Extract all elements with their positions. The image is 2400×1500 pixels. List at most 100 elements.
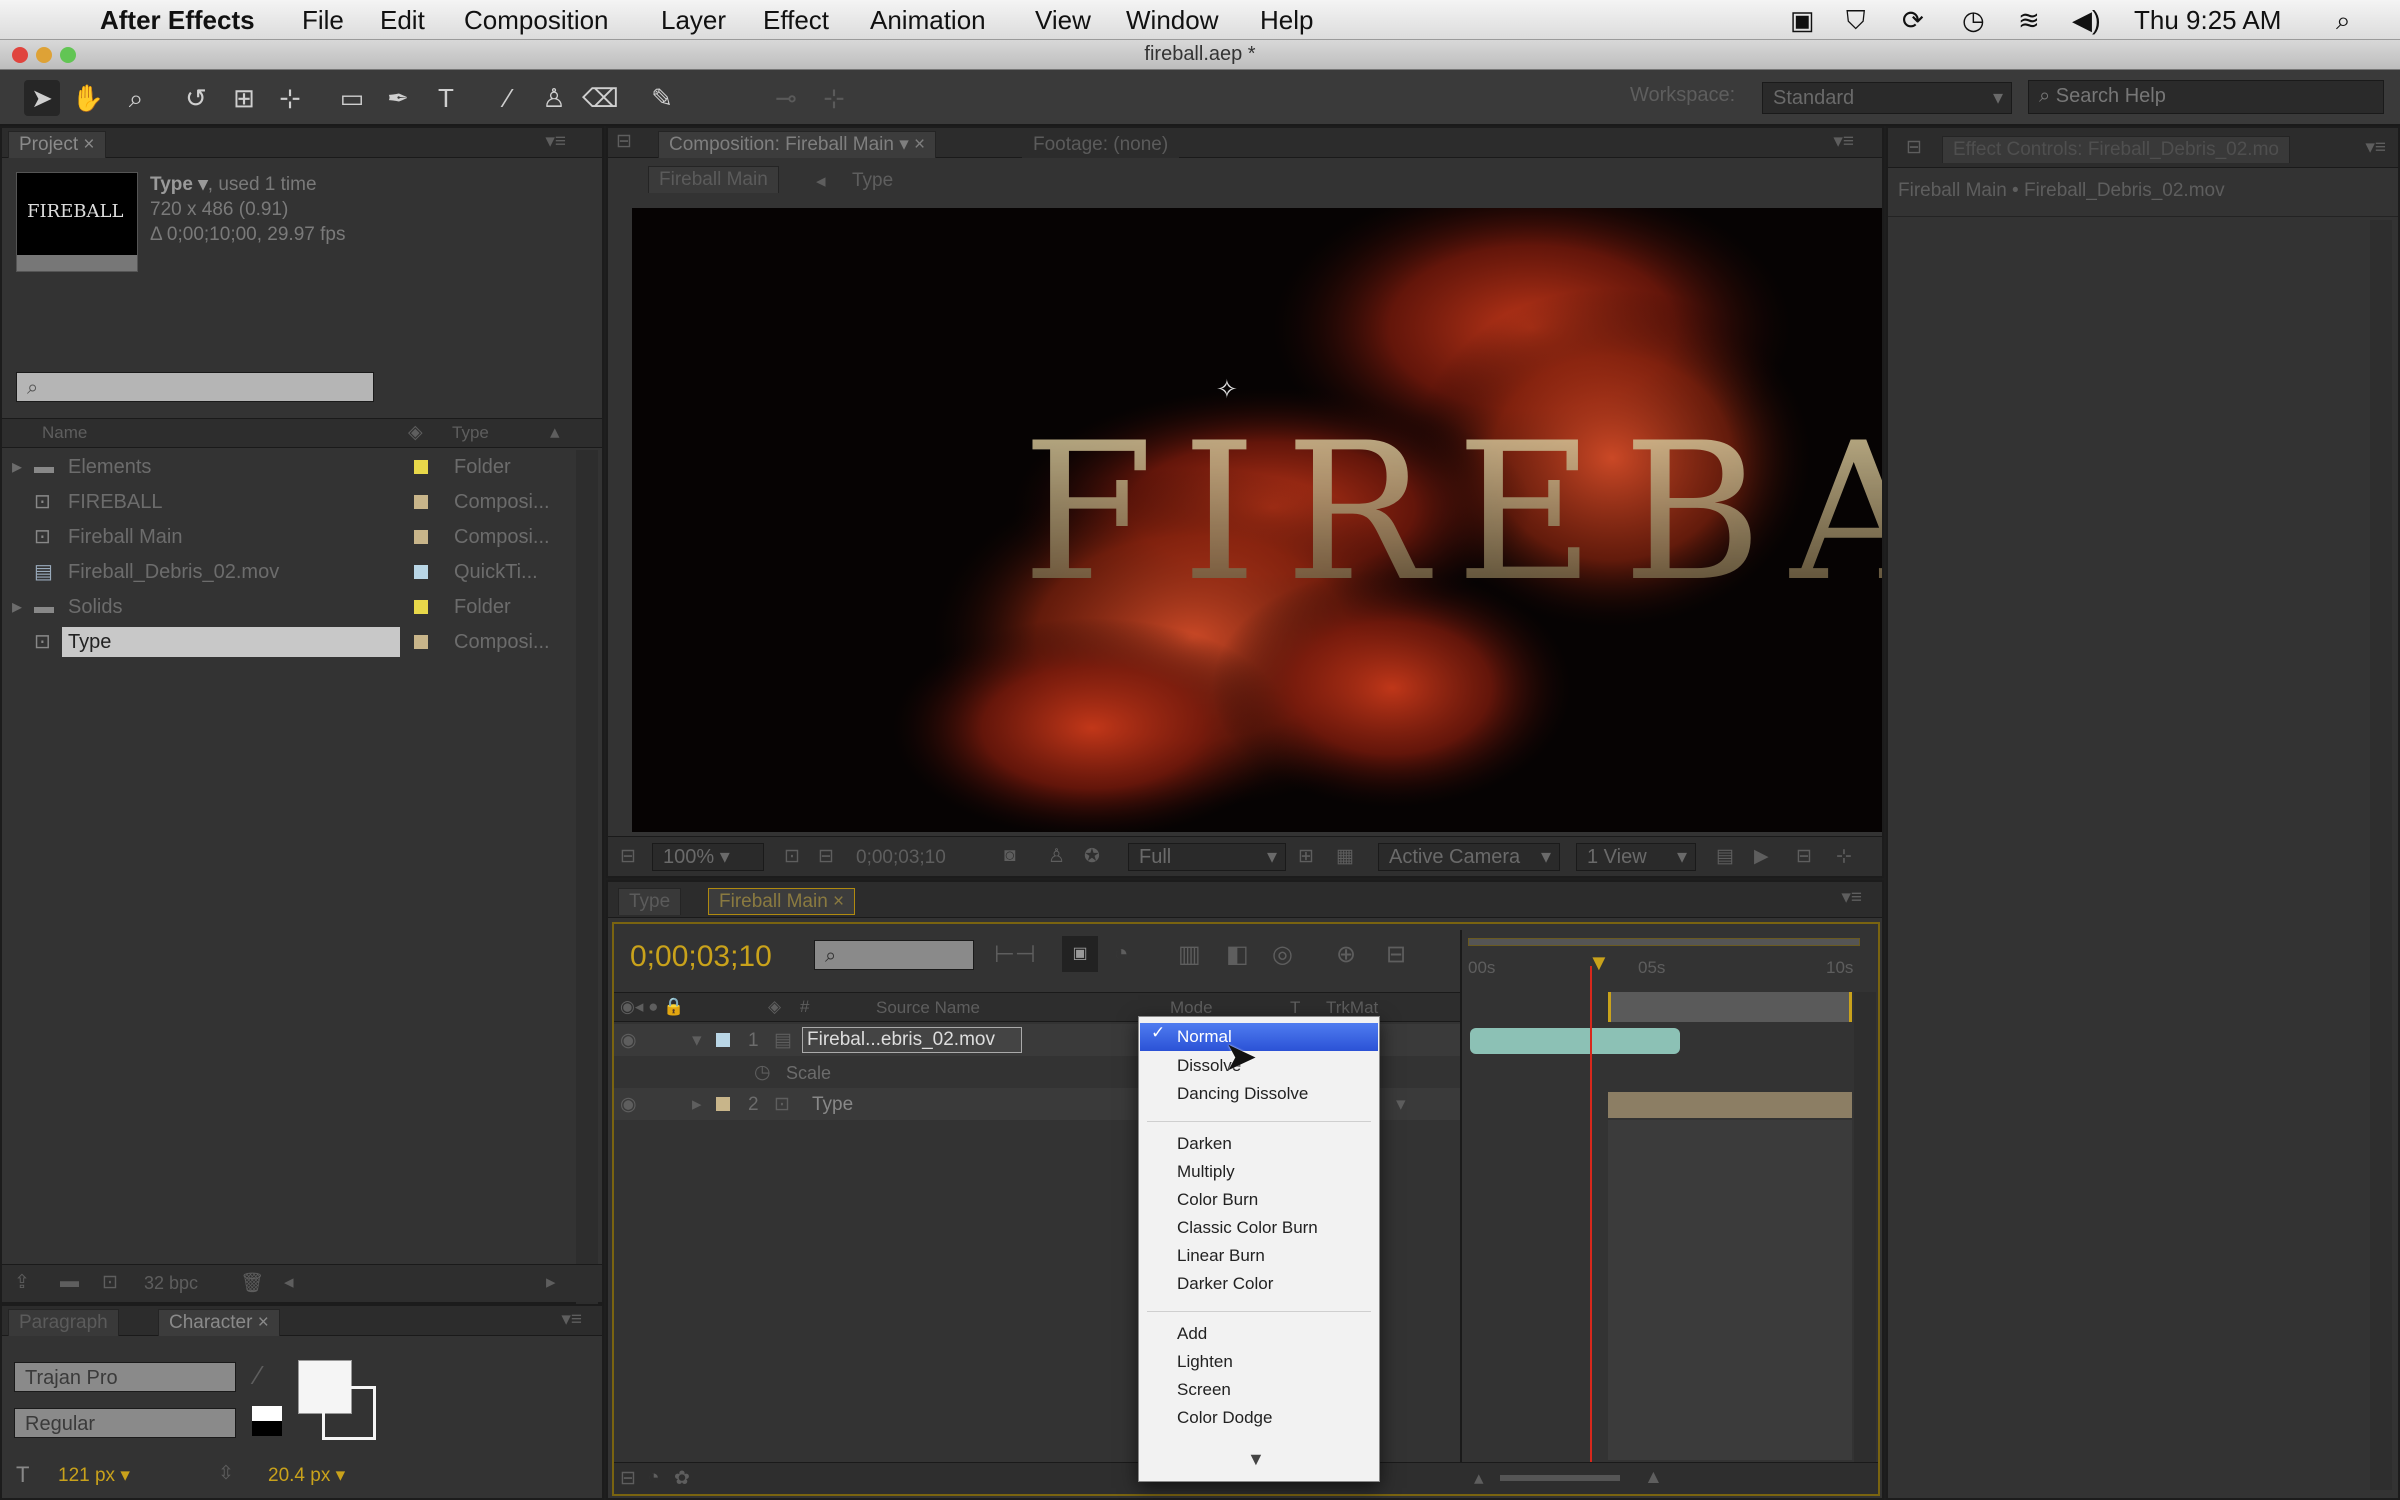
hide-shy-layers-icon[interactable]: ◔ bbox=[1114, 940, 1129, 968]
viewer-timecode[interactable]: 0;00;03;10 bbox=[856, 847, 946, 869]
timeline-scrollbar[interactable] bbox=[1854, 992, 1876, 1462]
time-ruler[interactable]: 00s 05s 10s ▼ bbox=[1468, 932, 1866, 992]
stopwatch-icon[interactable]: ◷ bbox=[754, 1056, 771, 1090]
label-color-swatch[interactable] bbox=[716, 1097, 730, 1111]
tab-footage[interactable]: Footage: (none) bbox=[1022, 131, 1180, 158]
rotation-tool-icon[interactable]: ↺ bbox=[178, 80, 214, 116]
label-color-swatch[interactable] bbox=[414, 530, 428, 544]
video-visibility-icon[interactable]: ◉ bbox=[620, 1024, 637, 1058]
menu-edit[interactable]: Edit bbox=[380, 5, 425, 36]
disclosure-triangle-icon[interactable]: ▸ bbox=[692, 1088, 702, 1122]
blend-dancing-dissolve[interactable]: Dancing Dissolve bbox=[1177, 1081, 1308, 1107]
camera-view-dropdown[interactable]: Active Camera ▾ bbox=[1378, 843, 1560, 871]
label-color-swatch[interactable] bbox=[414, 635, 428, 649]
menu-file[interactable]: File bbox=[302, 5, 344, 36]
scroll-down-arrow-icon[interactable]: ▼ bbox=[1247, 1449, 1265, 1470]
column-source-name[interactable]: Source Name bbox=[876, 998, 980, 1018]
font-family-dropdown[interactable]: Trajan Pro bbox=[14, 1362, 236, 1392]
scroll-right-icon[interactable]: ▸ bbox=[546, 1271, 556, 1294]
zoom-out-icon[interactable]: ▴ bbox=[1474, 1467, 1484, 1490]
bit-depth-label[interactable]: 32 bpc bbox=[144, 1273, 198, 1294]
motion-blur-icon[interactable]: ◧ bbox=[1226, 940, 1249, 969]
breadcrumb-type[interactable]: Type bbox=[852, 170, 893, 192]
blend-multiply[interactable]: Multiply bbox=[1177, 1159, 1235, 1185]
axis-mode-icon[interactable]: ⊸ bbox=[768, 80, 804, 116]
label-color-swatch[interactable] bbox=[414, 600, 428, 614]
video-visibility-icon[interactable]: ◉ bbox=[620, 1088, 637, 1122]
toggle-transfer-controls-icon[interactable]: ◔ bbox=[648, 1467, 659, 1489]
menu-window[interactable]: Window bbox=[1126, 5, 1218, 36]
draft-3d-icon[interactable]: ▣ bbox=[1062, 936, 1098, 972]
breadcrumb-fireball-main[interactable]: Fireball Main bbox=[648, 166, 779, 193]
zoom-in-icon[interactable]: ▲ bbox=[1644, 1467, 1663, 1489]
stroke-color-swatch[interactable] bbox=[322, 1386, 376, 1440]
column-name[interactable]: Name bbox=[42, 423, 87, 443]
effect-controls-scrollbar[interactable] bbox=[2370, 220, 2392, 1490]
font-style-dropdown[interactable]: Regular bbox=[14, 1408, 236, 1438]
project-scrollbar[interactable] bbox=[576, 450, 598, 1380]
blend-add[interactable]: Add bbox=[1177, 1321, 1207, 1347]
toggle-pixel-aspect-icon[interactable]: ▤ bbox=[1716, 845, 1734, 868]
tab-type[interactable]: Type bbox=[618, 888, 682, 915]
brush-tool-icon[interactable]: ⁄ bbox=[490, 80, 526, 116]
menu-view[interactable]: View bbox=[1035, 5, 1091, 36]
time-machine-icon[interactable]: ◷ bbox=[1962, 5, 1985, 36]
wifi-icon[interactable]: ≋ bbox=[2018, 5, 2040, 36]
new-folder-icon[interactable]: ▬ bbox=[60, 1271, 79, 1293]
panel-menu-icon[interactable]: ▾≡ bbox=[561, 1308, 582, 1331]
label-color-swatch[interactable] bbox=[414, 495, 428, 509]
list-item[interactable]: ▸ ▬ Solids Folder bbox=[2, 590, 574, 624]
hand-tool-icon[interactable]: ✋ bbox=[70, 80, 106, 116]
column-trkmat[interactable]: TrkMat bbox=[1326, 998, 1378, 1018]
blend-color-dodge[interactable]: Color Dodge bbox=[1177, 1405, 1272, 1431]
trkmat-dropdown-icon[interactable]: ▾ bbox=[1396, 1088, 1406, 1122]
trash-icon[interactable]: 🗑 bbox=[240, 1271, 264, 1295]
work-area-bar[interactable] bbox=[1608, 992, 1852, 1022]
scroll-left-icon[interactable]: ◂ bbox=[284, 1271, 294, 1294]
column-type[interactable]: Type bbox=[452, 423, 489, 443]
layer-2-duration-bar[interactable] bbox=[1608, 1092, 1852, 1118]
menu-clock[interactable]: Thu 9:25 AM bbox=[2134, 5, 2281, 36]
transparency-grid-icon[interactable]: ▦ bbox=[1336, 845, 1354, 868]
lock-panel-icon[interactable]: ⊟ bbox=[1906, 136, 1922, 159]
project-search-input[interactable]: ⌕ bbox=[16, 372, 374, 402]
current-time-display[interactable]: 0;00;03;10 bbox=[630, 940, 772, 974]
layer-1-duration-bar[interactable] bbox=[1470, 1028, 1680, 1054]
close-window-button[interactable] bbox=[12, 47, 28, 63]
snapshot-icon[interactable]: ◙ bbox=[1004, 845, 1015, 867]
tab-paragraph[interactable]: Paragraph bbox=[8, 1309, 119, 1336]
column-mode[interactable]: Mode bbox=[1170, 998, 1213, 1018]
timeline-icon[interactable]: ⊟ bbox=[1796, 845, 1812, 868]
workspace-dropdown[interactable]: Standard ▾ bbox=[1762, 82, 2012, 114]
fast-previews-icon[interactable]: ⊞ bbox=[1298, 845, 1314, 868]
sort-up-icon[interactable]: ▴ bbox=[550, 421, 560, 444]
minimize-window-button[interactable] bbox=[36, 47, 52, 63]
panel-menu-icon[interactable]: ▾≡ bbox=[1833, 130, 1854, 153]
time-navigator[interactable] bbox=[1468, 938, 1860, 946]
graph-editor-icon[interactable]: ⊕ bbox=[1336, 940, 1356, 969]
menu-effect[interactable]: Effect bbox=[763, 5, 829, 36]
view-layout-dropdown[interactable]: 1 View ▾ bbox=[1576, 843, 1696, 871]
panel-menu-icon[interactable]: ▾≡ bbox=[545, 130, 566, 153]
label-tag-icon[interactable]: ◈ bbox=[408, 421, 423, 444]
fast-preview-icon[interactable]: ▶ bbox=[1754, 845, 1769, 868]
type-tool-icon[interactable]: T bbox=[428, 80, 464, 116]
default-colors-icon[interactable] bbox=[252, 1406, 282, 1436]
frame-blending-icon[interactable]: ▥ bbox=[1178, 940, 1201, 969]
color-channels-icon[interactable]: ✪ bbox=[1084, 845, 1100, 868]
menu-help[interactable]: Help bbox=[1260, 5, 1313, 36]
puppet-pin-tool-icon[interactable]: ✎ bbox=[644, 80, 680, 116]
clone-stamp-tool-icon[interactable]: ♙ bbox=[536, 80, 572, 116]
menu-app-name[interactable]: After Effects bbox=[100, 5, 255, 36]
zoom-slider[interactable] bbox=[1500, 1475, 1620, 1481]
disclosure-triangle-icon[interactable]: ▾ bbox=[692, 1024, 702, 1058]
camera-tool-icon[interactable]: ⊞ bbox=[226, 80, 262, 116]
list-item[interactable]: ▤ Fireball_Debris_02.mov QuickTi... bbox=[2, 555, 574, 589]
magnification-dropdown[interactable]: 100% ▾ bbox=[652, 843, 764, 871]
disclosure-triangle-icon[interactable]: ▸ bbox=[12, 450, 22, 484]
comp-mini-flowchart-icon[interactable]: ⊢⊣ bbox=[994, 940, 1036, 969]
new-composition-icon[interactable]: ⊡ bbox=[102, 1271, 118, 1294]
list-item[interactable]: ▸ ▬ Elements Folder bbox=[2, 450, 574, 484]
spotlight-search-icon[interactable]: ⌕ bbox=[2336, 5, 2351, 37]
composition-viewer[interactable]: FIREBALL ✧ bbox=[632, 208, 1882, 832]
